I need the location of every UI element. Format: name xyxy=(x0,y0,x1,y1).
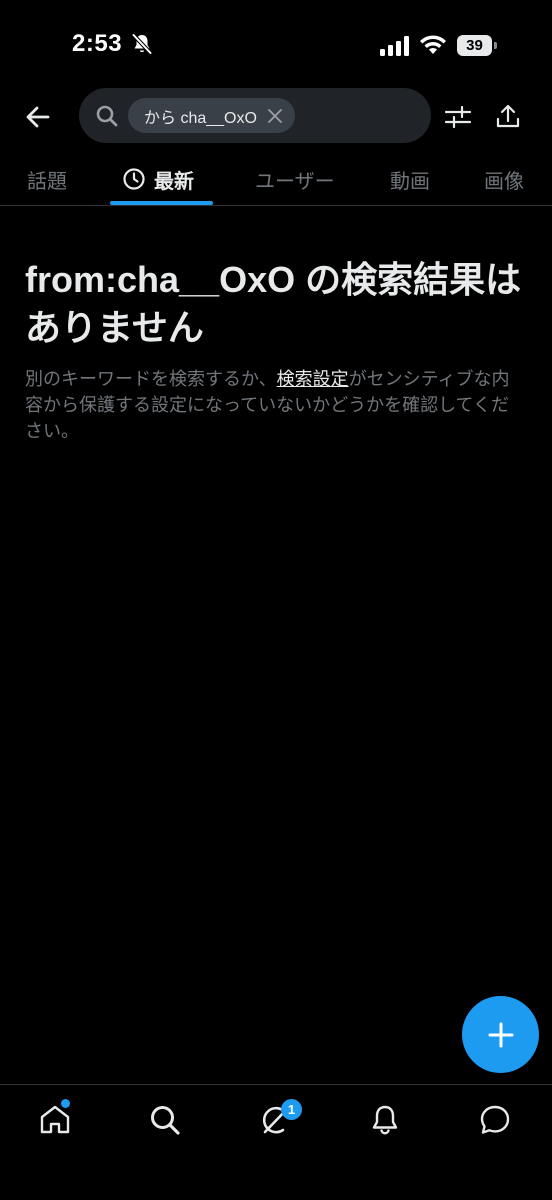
plus-icon xyxy=(488,1022,513,1047)
bottom-nav: 1 xyxy=(0,1084,552,1200)
close-icon[interactable] xyxy=(267,108,283,124)
active-tab-indicator xyxy=(110,201,213,205)
search-tabs: 話題 最新 ユーザー 動画 画像 xyxy=(0,152,552,206)
sliders-icon[interactable] xyxy=(444,104,472,130)
bell-icon[interactable] xyxy=(368,1103,402,1137)
status-time: 2:53 xyxy=(72,30,123,57)
grok-badge: 1 xyxy=(281,1099,302,1120)
clock-icon xyxy=(123,168,145,190)
signal-icon xyxy=(380,36,409,56)
battery-icon: 39 xyxy=(457,35,497,56)
empty-state-body: 別のキーワードを検索するか、検索設定がセンシティブな内容から保護する設定になって… xyxy=(25,366,525,444)
battery-tip xyxy=(494,42,497,49)
empty-body-text: 別のキーワードを検索するか、 xyxy=(25,369,277,389)
home-icon[interactable] xyxy=(38,1103,72,1137)
tab-label: 動画 xyxy=(390,170,430,193)
messages-icon[interactable] xyxy=(478,1103,512,1137)
tab-latest[interactable]: 最新 xyxy=(122,152,194,206)
tab-label: 最新 xyxy=(154,170,194,193)
tab-images[interactable]: 画像 xyxy=(484,152,524,206)
empty-state: from:cha__OxO の検索結果はありません 別のキーワードを検索するか、… xyxy=(25,256,525,444)
tab-label: ユーザー xyxy=(255,170,335,193)
search-input[interactable]: から cha__OxO xyxy=(79,88,431,143)
share-icon[interactable] xyxy=(494,102,522,130)
arrow-left-icon[interactable] xyxy=(22,101,54,133)
search-icon[interactable] xyxy=(148,1103,182,1137)
empty-state-title: from:cha__OxO の検索結果はありません xyxy=(25,259,522,348)
search-icon xyxy=(96,105,118,127)
search-header: から cha__OxO xyxy=(0,88,552,146)
status-bar: 2:53 39 xyxy=(0,0,552,88)
tab-people[interactable]: ユーザー xyxy=(255,152,335,206)
tab-label: 話題 xyxy=(27,170,67,193)
bell-off-icon xyxy=(131,33,153,55)
tab-top[interactable]: 話題 xyxy=(27,152,67,206)
search-filter-chip[interactable]: から cha__OxO xyxy=(128,98,295,133)
compose-button[interactable] xyxy=(462,996,539,1073)
chip-label: から cha__OxO xyxy=(144,109,257,127)
home-notification-dot xyxy=(61,1099,70,1108)
tab-label: 画像 xyxy=(484,170,524,193)
tab-videos[interactable]: 動画 xyxy=(390,152,430,206)
wifi-icon xyxy=(420,35,446,54)
battery-level: 39 xyxy=(457,35,492,56)
search-settings-link[interactable]: 検索設定 xyxy=(277,369,349,389)
